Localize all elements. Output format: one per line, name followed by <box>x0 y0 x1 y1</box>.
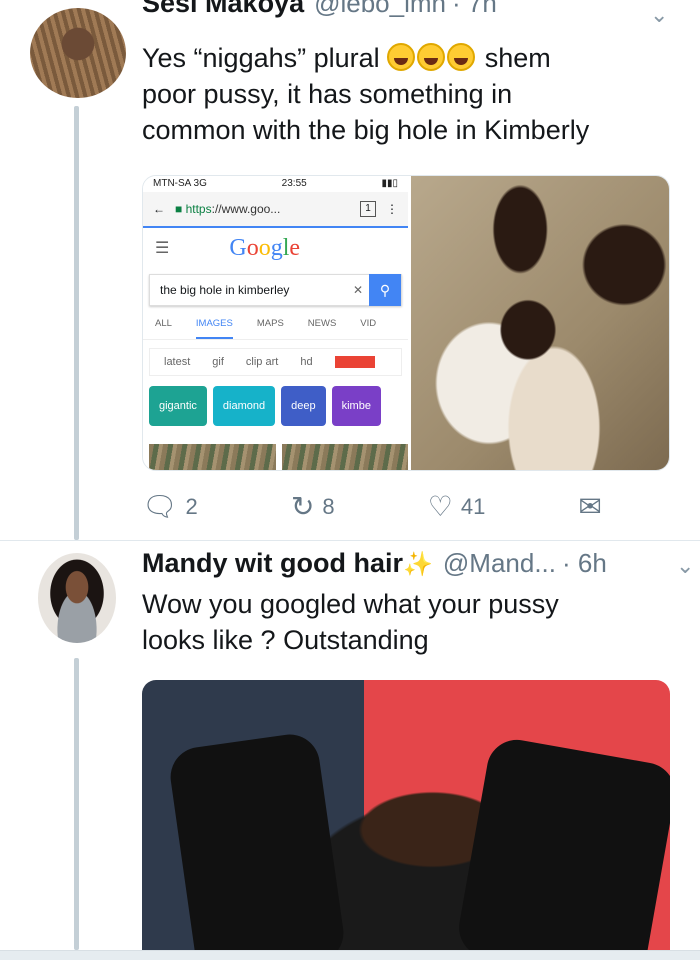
clock-label: 23:55 <box>281 178 307 189</box>
like-button[interactable]: ♡ 41 <box>428 490 486 523</box>
tweet-text-line: looks like ? Outstanding <box>142 625 429 655</box>
tweet-actions: 🗨 2 ↻ 8 ♡ 41 ✉ <box>142 490 602 523</box>
avatar[interactable] <box>30 8 126 98</box>
tweet-media[interactable] <box>142 680 670 952</box>
bottom-bar <box>0 950 700 960</box>
url-scheme: https <box>185 202 212 216</box>
suggestion-chip: kimbe <box>331 386 381 426</box>
timestamp[interactable]: · 6h <box>562 548 607 579</box>
more-vert-icon: ⋮ <box>386 202 398 216</box>
suggestion-chip: diamond <box>212 386 276 426</box>
chevron-down-icon[interactable]: ⌄ <box>676 553 694 579</box>
google-search-screenshot: MTN-SA 3G 23:55 ▮▮▯ ← ■ https://www.goo.… <box>143 176 408 470</box>
url-bar: ← ■ https://www.goo... 1 ⋮ <box>143 192 408 228</box>
tweet-text: Wow you googled what your pussy looks li… <box>142 586 662 658</box>
color-chip <box>334 356 375 368</box>
timestamp[interactable]: · 7h <box>452 0 497 19</box>
suggestion-chip: gigantic <box>149 386 207 426</box>
envelope-icon: ✉ <box>578 491 602 522</box>
thread-line <box>74 106 79 540</box>
tweet-text-line: poor pussy, it has something in <box>142 79 513 109</box>
search-tabs: ALL IMAGES MAPS NEWS VID <box>143 306 408 340</box>
phone-status-bar: MTN-SA 3G 23:55 ▮▮▯ <box>143 176 408 192</box>
user-handle[interactable]: @Mand... <box>443 548 556 579</box>
media-figure <box>454 735 670 952</box>
chip: clip art <box>245 356 279 368</box>
like-count: 41 <box>460 493 486 519</box>
tweet-text-line: shem <box>484 43 551 73</box>
menu-icon: ☰ <box>155 240 170 257</box>
chip: gif <box>212 356 224 368</box>
face-with-tears-of-joy-icon <box>417 43 446 71</box>
tab-all: ALL <box>155 318 172 329</box>
tab-maps: MAPS <box>256 318 284 329</box>
display-name[interactable]: Mandy wit good hair <box>142 548 403 579</box>
tab-news: NEWS <box>307 318 337 329</box>
tweet-text-line: Yes “niggahs” plural <box>142 43 380 73</box>
tweet-text-line: common with the big hole in Kimberly <box>142 115 590 145</box>
url-host: ://www.goo... <box>211 202 281 216</box>
suggestion-chip: deep <box>281 386 326 426</box>
result-thumbnail <box>281 444 408 470</box>
reply-button[interactable]: 🗨 2 <box>142 490 198 523</box>
google-logo: Google <box>229 234 301 261</box>
tab-images: IMAGES <box>195 318 233 339</box>
search-icon: ⚲ <box>369 274 401 306</box>
avatar[interactable] <box>38 553 116 643</box>
result-thumbnail <box>149 444 276 470</box>
search-query: the big hole in kimberley <box>160 283 290 297</box>
reply-count: 2 <box>185 493 198 519</box>
tweet-divider <box>0 540 700 541</box>
filter-chips: latest gif clip art hd <box>149 348 402 376</box>
tweet-text: Yes “niggahs” plural shem poor pussy, it… <box>142 40 662 148</box>
reply-icon: 🗨 <box>142 491 178 522</box>
sparkles-icon: ✨ <box>403 551 433 578</box>
retweet-button[interactable]: ↻ 8 <box>291 490 335 523</box>
battery-icon: ▮▮▯ <box>381 178 398 189</box>
heart-icon: ♡ <box>427 491 453 522</box>
search-box: the big hole in kimberley ✕ ⚲ <box>149 274 402 306</box>
face-with-tears-of-joy-icon <box>447 43 476 71</box>
retweet-count: 8 <box>322 493 335 519</box>
tweet-text-line: Wow you googled what your pussy <box>142 589 559 619</box>
media-figure <box>166 730 348 952</box>
close-icon: ✕ <box>352 283 364 297</box>
tweet-header: Mandy wit good hair ✨ @Mand... · 6h <box>142 548 607 579</box>
tweet-header: Sesi Makoya @lebo_lmn · 7h <box>142 0 497 19</box>
chip: latest <box>164 356 191 368</box>
carrier-label: MTN-SA 3G <box>153 178 207 189</box>
user-handle[interactable]: @lebo_lmn <box>314 0 446 19</box>
url-text: ■ https://www.goo... <box>175 202 350 216</box>
chevron-down-icon[interactable]: ⌄ <box>650 2 668 28</box>
google-header: ☰ Google <box>143 228 408 268</box>
display-name[interactable]: Sesi Makoya <box>142 0 304 19</box>
chip: hd <box>300 356 313 368</box>
direct-message-button[interactable]: ✉ <box>579 490 602 523</box>
lock-icon: ■ <box>175 202 183 216</box>
retweet-icon: ↻ <box>290 491 315 522</box>
face-with-tears-of-joy-icon <box>387 43 416 71</box>
thread-line <box>74 658 79 950</box>
tab-videos: VID <box>360 318 377 329</box>
laughing-children-photo[interactable] <box>411 176 669 470</box>
tweet-media[interactable]: MTN-SA 3G 23:55 ▮▮▯ ← ■ https://www.goo.… <box>142 175 670 471</box>
back-arrow-icon: ← <box>153 202 165 216</box>
image-results <box>149 444 408 470</box>
suggestion-row: gigantic diamond deep kimbe <box>149 386 408 426</box>
tab-count-icon: 1 <box>360 201 376 217</box>
